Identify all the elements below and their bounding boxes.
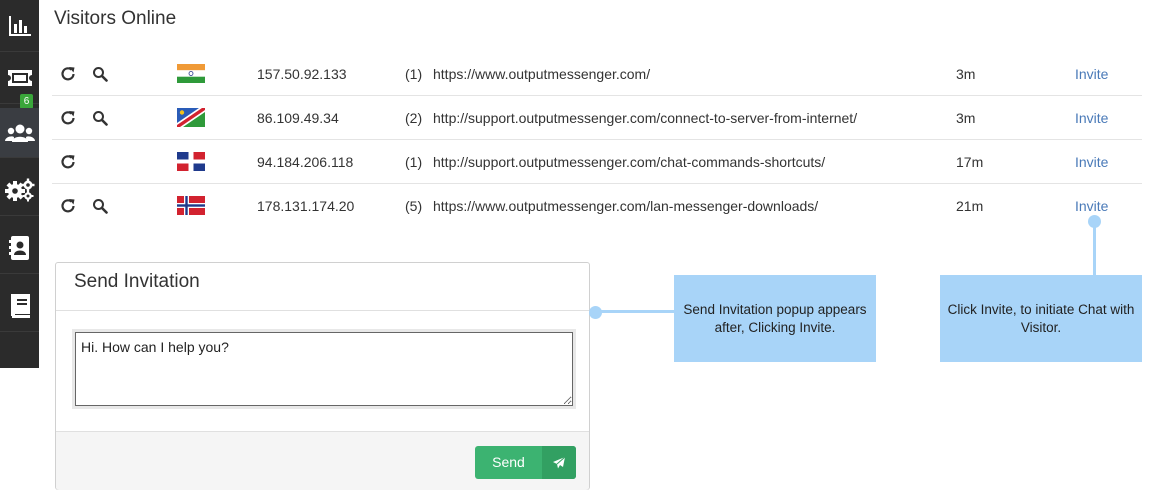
invite-note-callout: Click Invite, to initiate Chat with Visi… (940, 275, 1142, 362)
search-icon[interactable] (92, 110, 108, 126)
sidebar-item-settings[interactable] (0, 164, 39, 216)
sidebar-item-contacts[interactable] (0, 222, 39, 274)
contact-book-icon (8, 235, 29, 260)
search-icon[interactable] (92, 198, 108, 214)
namibia-flag-icon (177, 108, 205, 127)
sidebar-item-knowledge-base[interactable] (0, 280, 39, 332)
dominican-republic-flag-icon (177, 152, 205, 171)
visitor-row: 86.109.49.34 (2) http://support.outputme… (52, 96, 1142, 140)
visit-count: (2) (405, 110, 423, 126)
visit-count: (5) (405, 198, 423, 214)
send-invitation-popup: Send Invitation Send (55, 262, 590, 490)
refresh-icon[interactable] (60, 198, 76, 214)
invite-link[interactable]: Invite (1075, 140, 1108, 184)
sidebar-item-reports[interactable] (0, 0, 39, 52)
norway-flag-icon (177, 196, 205, 215)
invitation-message-input[interactable] (75, 332, 573, 406)
visitor-url: https://www.outputmessenger.com/lan-mess… (433, 198, 819, 214)
visitor-url: http://support.outputmessenger.com/chat-… (433, 154, 826, 170)
refresh-icon[interactable] (60, 110, 76, 126)
visit-duration: 17m (956, 154, 984, 170)
send-button[interactable]: Send (475, 446, 576, 479)
visitor-row: 178.131.174.20 (5) https://www.outputmes… (52, 184, 1142, 228)
sidebar-item-visitors[interactable] (0, 108, 39, 158)
ticket-icon (7, 69, 32, 86)
invite-link[interactable]: Invite (1075, 96, 1108, 140)
visitor-row: 157.50.92.133 (1) https://www.outputmess… (52, 52, 1142, 96)
callout-connector (1093, 222, 1096, 276)
visit-count: (1) (405, 66, 423, 82)
visit-duration: 21m (956, 198, 984, 214)
visit-count: (1) (405, 154, 423, 170)
book-icon (10, 293, 30, 318)
refresh-icon[interactable] (60, 66, 76, 82)
visitor-ip: 157.50.92.133 (257, 66, 347, 82)
invite-link[interactable]: Invite (1075, 52, 1108, 96)
tickets-count-badge: 6 (20, 94, 33, 109)
visitor-row: 94.184.206.118 (1) http://support.output… (52, 140, 1142, 184)
popup-note-callout: Send Invitation popup appears after, Cli… (674, 275, 876, 362)
popup-title: Send Invitation (74, 271, 200, 292)
send-button-label: Send (492, 454, 525, 470)
paper-plane-icon (542, 446, 576, 479)
divider (56, 310, 589, 311)
bar-chart-icon (8, 15, 31, 36)
sidebar: 6 (0, 0, 39, 368)
visitor-ip: 94.184.206.118 (257, 154, 354, 170)
visit-duration: 3m (956, 110, 976, 126)
visitor-ip: 86.109.49.34 (257, 110, 339, 126)
visitor-url: https://www.outputmessenger.com/ (433, 66, 651, 82)
popup-footer: Send (56, 431, 589, 490)
refresh-icon[interactable] (60, 154, 76, 170)
callout-connector (595, 310, 675, 313)
visitor-url: http://support.outputmessenger.com/conne… (433, 110, 858, 126)
visitor-ip: 178.131.174.20 (257, 198, 355, 214)
india-flag-icon (177, 64, 205, 83)
page-title: Visitors Online (54, 8, 177, 29)
gears-icon (4, 178, 34, 201)
message-field-wrapper (72, 329, 576, 409)
visit-duration: 3m (956, 66, 976, 82)
search-icon[interactable] (92, 66, 108, 82)
users-icon (4, 124, 35, 142)
